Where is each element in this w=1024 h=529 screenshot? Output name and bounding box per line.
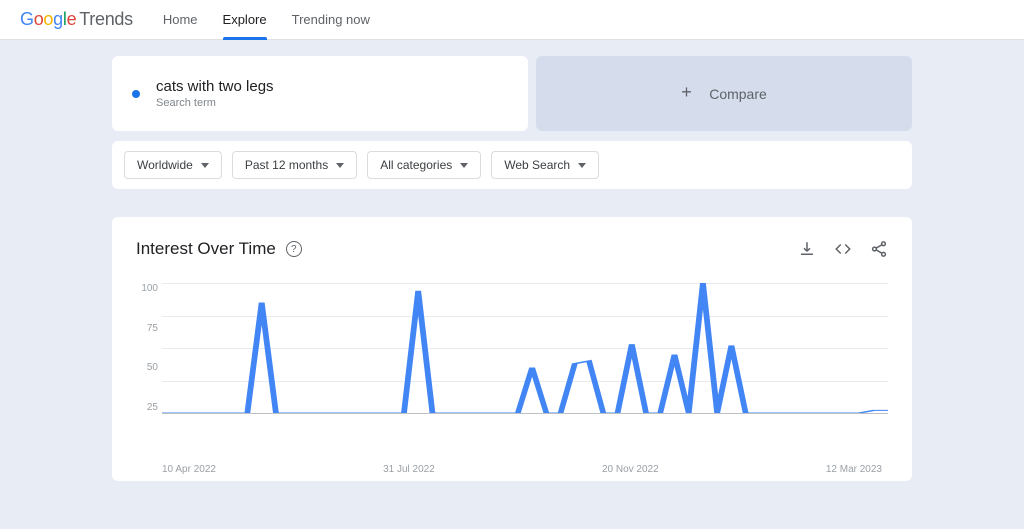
chevron-down-icon	[201, 163, 209, 168]
chevron-down-icon	[460, 163, 468, 168]
plus-icon: +	[681, 87, 695, 101]
search-term-text: cats with two legs	[156, 78, 274, 95]
filter-time[interactable]: Past 12 months	[232, 151, 357, 179]
top-nav: Home Explore Trending now	[163, 2, 370, 37]
filter-category[interactable]: All categories	[367, 151, 481, 179]
embed-icon[interactable]	[834, 240, 852, 258]
share-icon[interactable]	[870, 240, 888, 258]
interest-over-time-panel: Interest Over Time ? 100755025 10 Apr 20…	[112, 217, 912, 481]
search-term-subtitle: Search term	[156, 97, 274, 109]
chevron-down-icon	[578, 163, 586, 168]
nav-explore[interactable]: Explore	[223, 2, 267, 37]
download-icon[interactable]	[798, 240, 816, 258]
filter-region[interactable]: Worldwide	[124, 151, 222, 179]
panel-title: Interest Over Time	[136, 239, 276, 259]
filter-search-type[interactable]: Web Search	[491, 151, 599, 179]
help-icon[interactable]: ?	[286, 241, 302, 257]
chart: 100755025 10 Apr 202231 Jul 202220 Nov 2…	[136, 283, 888, 453]
compare-label: Compare	[709, 86, 767, 102]
filters-bar: Worldwide Past 12 months All categories …	[112, 141, 912, 189]
logo[interactable]: Google Trends	[20, 9, 133, 30]
search-term-card[interactable]: cats with two legs Search term	[112, 56, 528, 131]
nav-trending[interactable]: Trending now	[292, 2, 370, 37]
series-color-dot	[132, 90, 140, 98]
nav-home[interactable]: Home	[163, 2, 198, 37]
compare-button[interactable]: + Compare	[536, 56, 912, 131]
chevron-down-icon	[336, 163, 344, 168]
